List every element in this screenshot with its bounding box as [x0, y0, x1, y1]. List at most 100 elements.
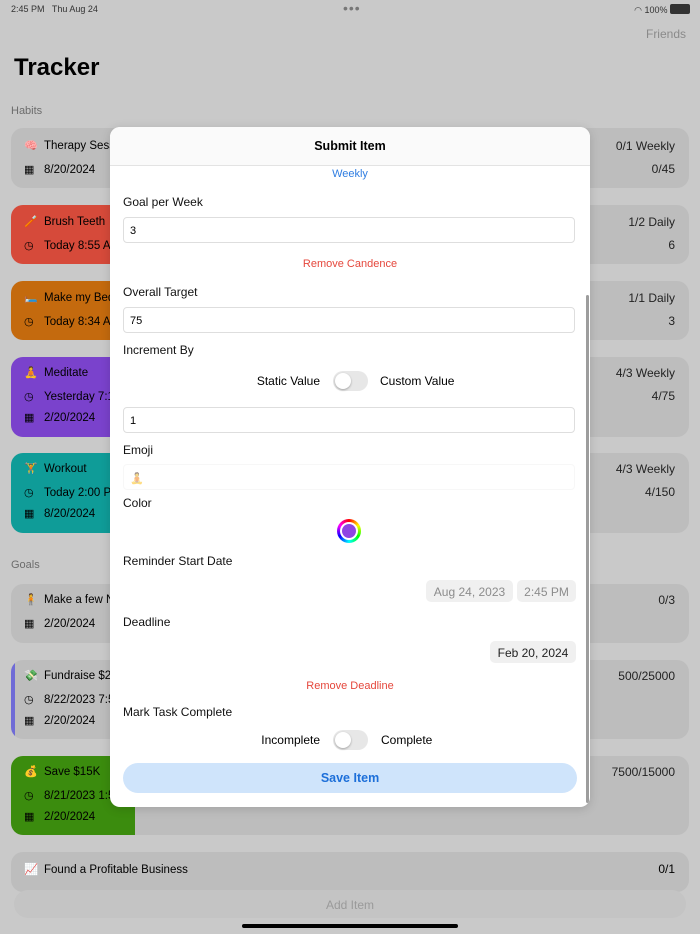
deadline-label: Deadline [123, 615, 171, 629]
save-item-button[interactable]: Save Item [123, 763, 577, 793]
goal-per-week-field[interactable]: 3 [123, 217, 575, 243]
habit-name: Workout [44, 463, 87, 475]
goal-start: 8/21/2023 1:5 [44, 790, 115, 802]
emoji-label: Emoji [123, 443, 154, 457]
habit-progress: 4/3 Weekly [615, 462, 675, 476]
calendar-icon: ▦ [24, 618, 35, 630]
custom-value-label: Custom Value [380, 374, 455, 388]
reminder-date-picker[interactable]: Aug 24, 2023 [426, 580, 513, 602]
bed-emoji: 🛏️ [24, 292, 38, 304]
status-time: 2:45 PM Thu Aug 24 [11, 4, 98, 14]
overall-target-label: Overall Target [123, 285, 198, 299]
calendar-icon: ▦ [24, 164, 35, 176]
toggle-knob [335, 373, 351, 389]
habit-total: 3 [668, 314, 675, 328]
submit-item-modal: Submit Item Weekly Goal per Week 3 Remov… [110, 127, 590, 807]
clock-icon: ◷ [24, 790, 34, 802]
selected-color-swatch [342, 524, 356, 538]
goal-progress: 0/1 [658, 862, 675, 876]
habit-progress: 1/1 Daily [628, 291, 675, 305]
complete-label: Complete [381, 733, 433, 747]
clock-icon: ◷ [24, 316, 34, 328]
goal-name: Found a Profitable Business [44, 864, 188, 876]
habit-total: 0/45 [651, 162, 675, 176]
clock-icon: ◷ [24, 391, 34, 403]
goal-per-week-label: Goal per Week [123, 195, 203, 209]
habit-date: 2/20/2024 [44, 412, 96, 424]
habit-last-time: Today 8:55 A [44, 240, 111, 252]
calendar-icon: ▦ [24, 412, 35, 424]
calendar-icon: ▦ [24, 715, 35, 727]
goal-name: Save $15K [44, 766, 101, 778]
battery-icon [670, 4, 690, 14]
mark-complete-label: Mark Task Complete [123, 705, 233, 719]
goal-progress: 7500/15000 [611, 765, 675, 779]
remove-deadline-button[interactable]: Remove Deadline [110, 680, 590, 692]
habit-date: 8/20/2024 [44, 164, 96, 176]
emoji-field[interactable]: 🧘 [123, 464, 575, 490]
reminder-start-label: Reminder Start Date [123, 554, 233, 568]
habit-last-time: Yesterday 7:1 [44, 391, 114, 403]
habit-progress: 0/1 Weekly [615, 139, 675, 153]
meditate-emoji: 🧘 [24, 367, 38, 379]
complete-toggle-row: Incomplete Complete [110, 730, 590, 750]
goal-card-business[interactable]: 📈 Found a Profitable Business 0/1 [11, 852, 689, 892]
home-indicator[interactable] [242, 924, 458, 928]
status-bar: 2:45 PM Thu Aug 24 ••• ◠ 100% [0, 0, 700, 18]
increment-toggle-row: Static Value Custom Value [110, 371, 590, 391]
habit-name: Therapy Sess [44, 140, 115, 152]
habit-last-time: Today 2:00 P [44, 487, 112, 499]
goal-color-bar [11, 660, 15, 739]
calendar-icon: ▦ [24, 508, 35, 520]
goal-name: Make a few N [44, 594, 115, 606]
habit-name: Make my Bed [44, 292, 115, 304]
clock-icon: ◷ [24, 240, 34, 252]
clock-icon: ◷ [24, 694, 34, 706]
habit-total: 6 [668, 238, 675, 252]
habit-name: Brush Teeth [44, 216, 106, 228]
toothbrush-emoji: 🪥 [24, 216, 38, 228]
money-wings-emoji: 💸 [24, 670, 38, 682]
clock-icon: ◷ [24, 487, 34, 499]
complete-toggle[interactable] [333, 730, 368, 750]
overall-target-field[interactable]: 75 [123, 307, 575, 333]
cadence-picker[interactable]: Weekly [110, 168, 590, 180]
habit-progress: 4/3 Weekly [615, 366, 675, 380]
calendar-icon: ▦ [24, 811, 35, 823]
goal-date: 2/20/2024 [44, 618, 96, 630]
increment-mode-toggle[interactable] [333, 371, 368, 391]
goal-start: 8/22/2023 7:5 [44, 694, 115, 706]
color-label: Color [123, 496, 152, 510]
remove-cadence-button[interactable]: Remove Candence [110, 258, 590, 270]
deadline-date-picker[interactable]: Feb 20, 2024 [490, 641, 576, 663]
person-emoji: 🧍 [24, 594, 38, 606]
page-title: Tracker [14, 54, 100, 81]
increment-value-field[interactable]: 1 [123, 407, 575, 433]
habit-date: 8/20/2024 [44, 508, 96, 520]
goal-date: 2/20/2024 [44, 811, 96, 823]
habit-progress: 1/2 Daily [628, 215, 675, 229]
friends-button[interactable]: Friends [646, 27, 686, 41]
goal-progress: 0/3 [658, 593, 675, 607]
static-value-label: Static Value [256, 374, 320, 388]
moneybag-emoji: 💰 [24, 766, 38, 778]
section-goals: Goals [11, 559, 40, 571]
habit-total: 4/150 [644, 485, 675, 499]
increment-by-label: Increment By [123, 343, 194, 357]
modal-header: Submit Item [110, 127, 590, 166]
multitask-dots[interactable]: ••• [343, 0, 361, 16]
habit-total: 4/75 [651, 389, 675, 403]
goal-date: 2/20/2024 [44, 715, 96, 727]
habit-last-time: Today 8:34 A [44, 316, 111, 328]
chart-emoji: 📈 [24, 864, 39, 876]
color-picker[interactable] [337, 519, 361, 543]
goal-progress: 500/25000 [618, 669, 675, 683]
weightlift-emoji: 🏋️ [24, 463, 38, 475]
wifi-icon: ◠ [634, 5, 642, 15]
status-right: ◠ 100% [634, 4, 690, 16]
reminder-time-picker[interactable]: 2:45 PM [517, 580, 576, 602]
modal-title: Submit Item [314, 139, 386, 153]
add-item-button[interactable]: Add Item [14, 890, 686, 918]
brain-emoji: 🧠 [24, 140, 38, 152]
toggle-knob [335, 732, 351, 748]
